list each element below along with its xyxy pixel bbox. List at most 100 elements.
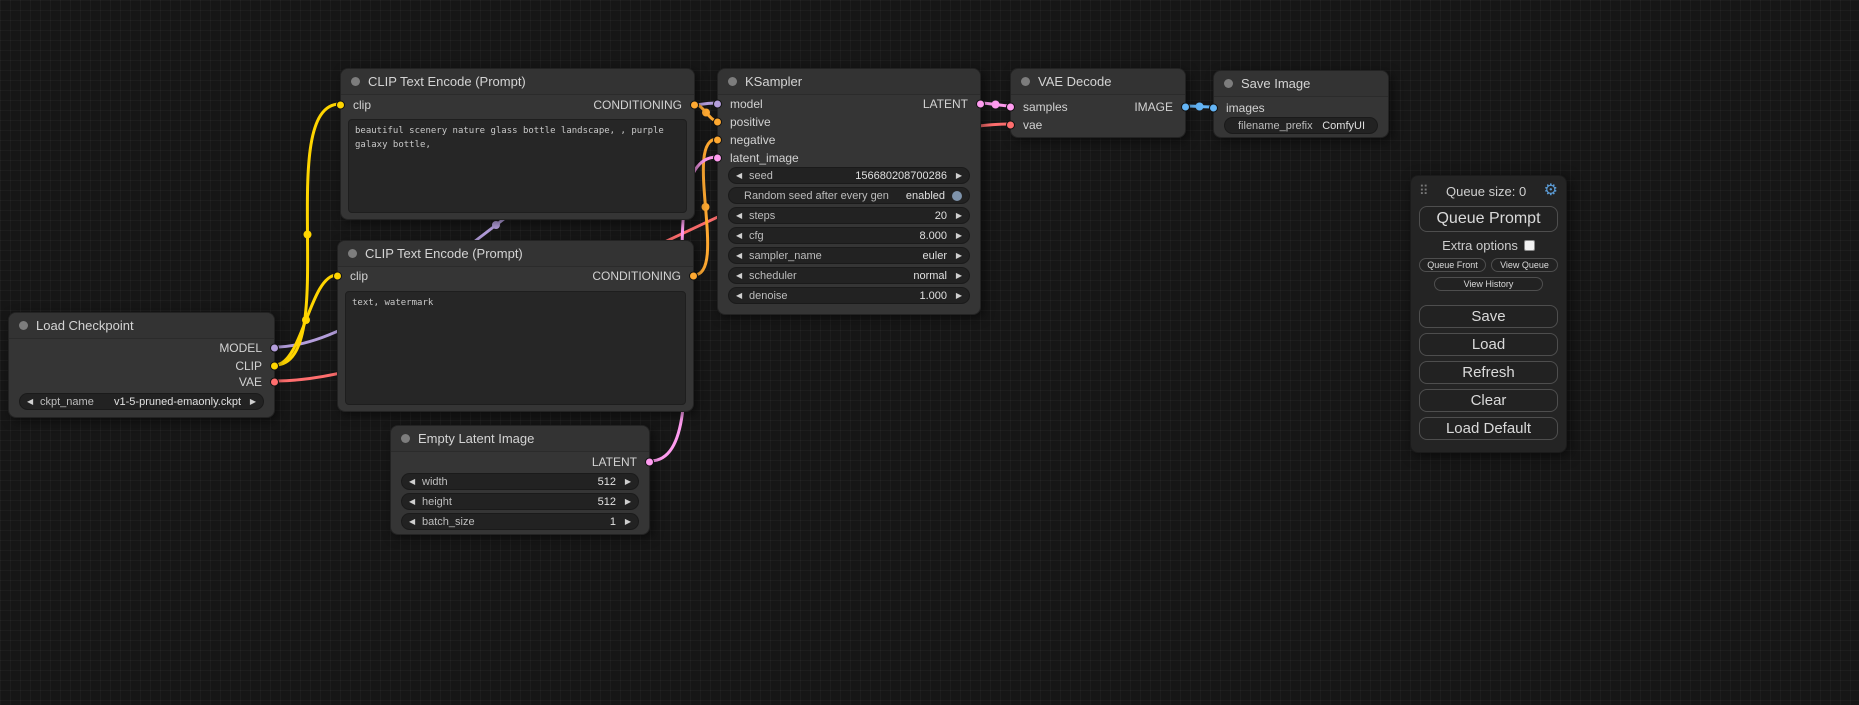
- latent-output-dot[interactable]: [976, 100, 985, 109]
- collapse-dot-icon[interactable]: [348, 249, 357, 258]
- node-title-bar[interactable]: Empty Latent Image: [391, 426, 649, 452]
- denoise-widget[interactable]: ◀ denoise 1.000 ▶: [728, 287, 970, 304]
- node-empty-latent-image[interactable]: Empty Latent Image LATENT ◀ width 512 ▶ …: [390, 425, 650, 535]
- positive-input-dot[interactable]: [713, 118, 722, 127]
- queue-size-label: Queue size: 0: [1429, 184, 1544, 199]
- decrease-arrow-icon[interactable]: ◀: [736, 232, 746, 240]
- decrease-arrow-icon[interactable]: ◀: [736, 272, 746, 280]
- extra-options-checkbox[interactable]: [1524, 240, 1535, 251]
- node-ksampler[interactable]: KSampler model LATENT positive negative …: [717, 68, 981, 315]
- increase-arrow-icon[interactable]: ▶: [621, 478, 631, 486]
- output-label: CONDITIONING: [593, 98, 682, 112]
- model-input-dot[interactable]: [713, 100, 722, 109]
- load-button[interactable]: Load: [1419, 333, 1558, 356]
- cfg-widget[interactable]: ◀ cfg 8.000 ▶: [728, 227, 970, 244]
- collapse-dot-icon[interactable]: [1224, 79, 1233, 88]
- latent-image-input-dot[interactable]: [713, 154, 722, 163]
- collapse-dot-icon[interactable]: [351, 77, 360, 86]
- clip-input-dot[interactable]: [336, 101, 345, 110]
- decrease-arrow-icon[interactable]: ◀: [736, 212, 746, 220]
- increase-arrow-icon[interactable]: ▶: [621, 518, 631, 526]
- collapse-dot-icon[interactable]: [401, 434, 410, 443]
- images-input-dot[interactable]: [1209, 104, 1218, 113]
- collapse-dot-icon[interactable]: [728, 77, 737, 86]
- random-seed-toggle-widget[interactable]: Random seed after every gen enabled: [728, 187, 970, 204]
- decrease-arrow-icon[interactable]: ◀: [736, 252, 746, 260]
- clip-output-dot[interactable]: [270, 362, 279, 371]
- width-widget[interactable]: ◀ width 512 ▶: [401, 473, 639, 490]
- slot-row: vae: [1011, 117, 1185, 133]
- input-label: positive: [730, 115, 771, 129]
- clip-input-dot[interactable]: [333, 272, 342, 281]
- filename-prefix-widget[interactable]: filename_prefix ComfyUI: [1224, 117, 1378, 134]
- prompt-textarea[interactable]: beautiful scenery nature glass bottle la…: [348, 119, 687, 213]
- increase-arrow-icon[interactable]: ▶: [621, 498, 631, 506]
- collapse-dot-icon[interactable]: [1021, 77, 1030, 86]
- output-label: MODEL: [219, 341, 262, 355]
- node-clip-text-encode-positive[interactable]: CLIP Text Encode (Prompt) clip CONDITION…: [340, 68, 695, 220]
- output-label: LATENT: [592, 455, 637, 469]
- steps-widget[interactable]: ◀ steps 20 ▶: [728, 207, 970, 224]
- input-label: negative: [730, 133, 775, 147]
- node-clip-text-encode-negative[interactable]: CLIP Text Encode (Prompt) clip CONDITION…: [337, 240, 694, 412]
- conditioning-output-dot[interactable]: [689, 272, 698, 281]
- batch-size-widget[interactable]: ◀ batch_size 1 ▶: [401, 513, 639, 530]
- node-title-bar[interactable]: KSampler: [718, 69, 980, 95]
- load-default-button[interactable]: Load Default: [1419, 417, 1558, 440]
- height-widget[interactable]: ◀ height 512 ▶: [401, 493, 639, 510]
- seed-widget[interactable]: ◀ seed 156680208700286 ▶: [728, 167, 970, 184]
- widget-value: 20: [935, 210, 947, 222]
- decrease-arrow-icon[interactable]: ◀: [409, 518, 419, 526]
- node-vae-decode[interactable]: VAE Decode samples IMAGE vae: [1010, 68, 1186, 138]
- toggle-dot[interactable]: [952, 191, 962, 201]
- negative-input-dot[interactable]: [713, 136, 722, 145]
- sampler-name-widget[interactable]: ◀ sampler_name euler ▶: [728, 247, 970, 264]
- latent-output-dot[interactable]: [645, 458, 654, 467]
- increase-arrow-icon[interactable]: ▶: [952, 252, 962, 260]
- ckpt-name-widget[interactable]: ◀ ckpt_name v1-5-pruned-emaonly.ckpt ▶: [19, 393, 264, 410]
- node-title: Save Image: [1241, 76, 1310, 91]
- node-title-bar[interactable]: VAE Decode: [1011, 69, 1185, 95]
- view-queue-button[interactable]: View Queue: [1491, 258, 1558, 272]
- output-label: CONDITIONING: [592, 269, 681, 283]
- save-button[interactable]: Save: [1419, 305, 1558, 328]
- drag-handle-icon[interactable]: ⠿: [1419, 183, 1429, 199]
- output-label: LATENT: [923, 97, 968, 111]
- scheduler-widget[interactable]: ◀ scheduler normal ▶: [728, 267, 970, 284]
- increase-arrow-icon[interactable]: ▶: [952, 292, 962, 300]
- node-title-bar[interactable]: Load Checkpoint: [9, 313, 274, 339]
- decrease-arrow-icon[interactable]: ◀: [736, 172, 746, 180]
- queue-prompt-button[interactable]: Queue Prompt: [1419, 206, 1558, 232]
- image-output-dot[interactable]: [1181, 103, 1190, 112]
- decrease-arrow-icon[interactable]: ◀: [736, 292, 746, 300]
- clear-button[interactable]: Clear: [1419, 389, 1558, 412]
- increase-arrow-icon[interactable]: ▶: [952, 212, 962, 220]
- widget-label: batch_size: [422, 516, 475, 528]
- settings-gear-icon[interactable]: ⚙: [1544, 183, 1558, 199]
- increase-arrow-icon[interactable]: ▶: [952, 172, 962, 180]
- increase-arrow-icon[interactable]: ▶: [246, 398, 256, 406]
- collapse-dot-icon[interactable]: [19, 321, 28, 330]
- refresh-button[interactable]: Refresh: [1419, 361, 1558, 384]
- node-title-bar[interactable]: Save Image: [1214, 71, 1388, 97]
- input-label: clip: [350, 269, 368, 283]
- samples-input-dot[interactable]: [1006, 103, 1015, 112]
- decrease-arrow-icon[interactable]: ◀: [409, 478, 419, 486]
- decrease-arrow-icon[interactable]: ◀: [409, 498, 419, 506]
- conditioning-output-dot[interactable]: [690, 101, 699, 110]
- view-history-button[interactable]: View History: [1434, 277, 1542, 291]
- node-title-bar[interactable]: CLIP Text Encode (Prompt): [338, 241, 693, 267]
- widget-label: ckpt_name: [40, 396, 94, 408]
- node-title-bar[interactable]: CLIP Text Encode (Prompt): [341, 69, 694, 95]
- vae-output-dot[interactable]: [270, 378, 279, 387]
- queue-front-button[interactable]: Queue Front: [1419, 258, 1486, 272]
- model-output-dot[interactable]: [270, 344, 279, 353]
- decrease-arrow-icon[interactable]: ◀: [27, 398, 37, 406]
- node-save-image[interactable]: Save Image images filename_prefix ComfyU…: [1213, 70, 1389, 138]
- node-load-checkpoint[interactable]: Load Checkpoint MODEL CLIP VAE ◀ ckpt_na…: [8, 312, 275, 418]
- node-graph-canvas[interactable]: Load Checkpoint MODEL CLIP VAE ◀ ckpt_na…: [0, 0, 1859, 705]
- increase-arrow-icon[interactable]: ▶: [952, 272, 962, 280]
- increase-arrow-icon[interactable]: ▶: [952, 232, 962, 240]
- prompt-textarea[interactable]: text, watermark: [345, 291, 686, 405]
- vae-input-dot[interactable]: [1006, 121, 1015, 130]
